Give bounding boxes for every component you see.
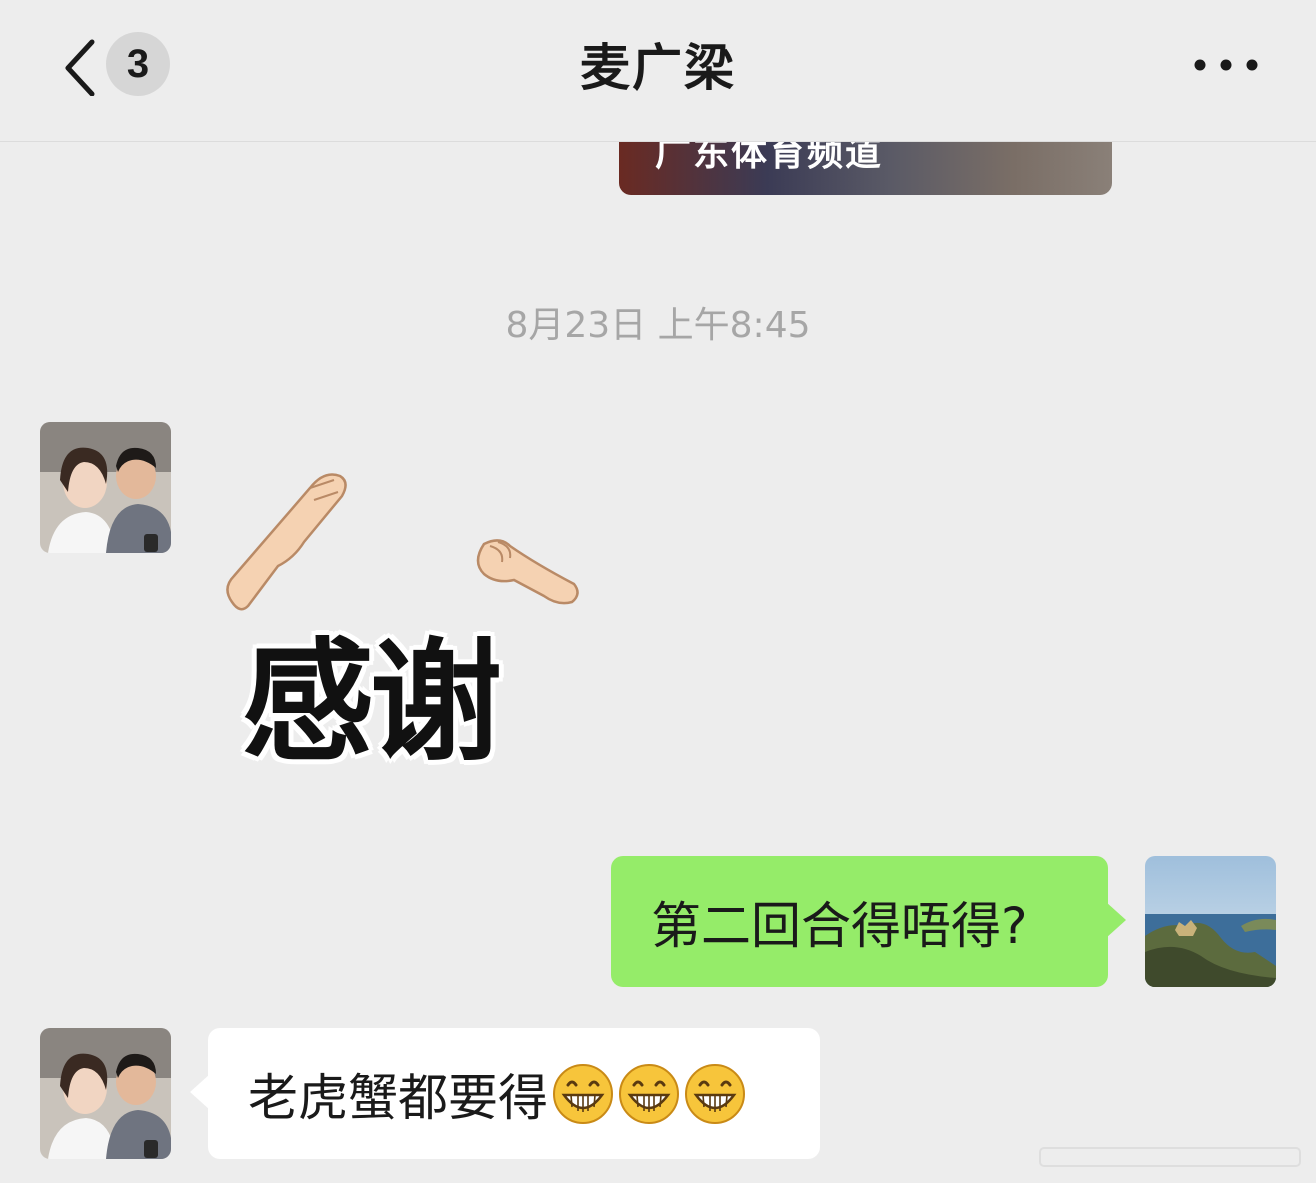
message-text: 第二回合得唔得? — [651, 896, 1028, 955]
outgoing-message-bubble[interactable]: 第二回合得唔得? — [611, 856, 1126, 987]
chat-header: 3 麦广梁 — [0, 0, 1316, 142]
incoming-message-bubble[interactable]: 老虎蟹都要得 — [190, 1028, 820, 1159]
grin-emoji-icon — [618, 1063, 680, 1125]
chat-title: 麦广梁 — [580, 39, 736, 97]
message-timestamp: 8月23日 上午8:45 — [505, 305, 811, 346]
my-avatar[interactable] — [1145, 856, 1276, 987]
sticker-caption: 感谢 — [242, 626, 502, 780]
hand-right-icon — [476, 539, 579, 605]
sticker-message[interactable]: 感谢 — [214, 466, 594, 780]
watermark — [1030, 1136, 1310, 1176]
more-options-button[interactable] — [1186, 48, 1266, 82]
grin-emoji-icon — [552, 1063, 614, 1125]
contact-avatar[interactable] — [40, 422, 171, 553]
message-text: 老虎蟹都要得 — [248, 1068, 548, 1127]
grin-emoji-icon — [684, 1063, 746, 1125]
more-dots-icon[interactable] — [1186, 48, 1266, 82]
hand-left-icon — [226, 473, 347, 611]
contact-avatar[interactable] — [40, 1028, 171, 1159]
